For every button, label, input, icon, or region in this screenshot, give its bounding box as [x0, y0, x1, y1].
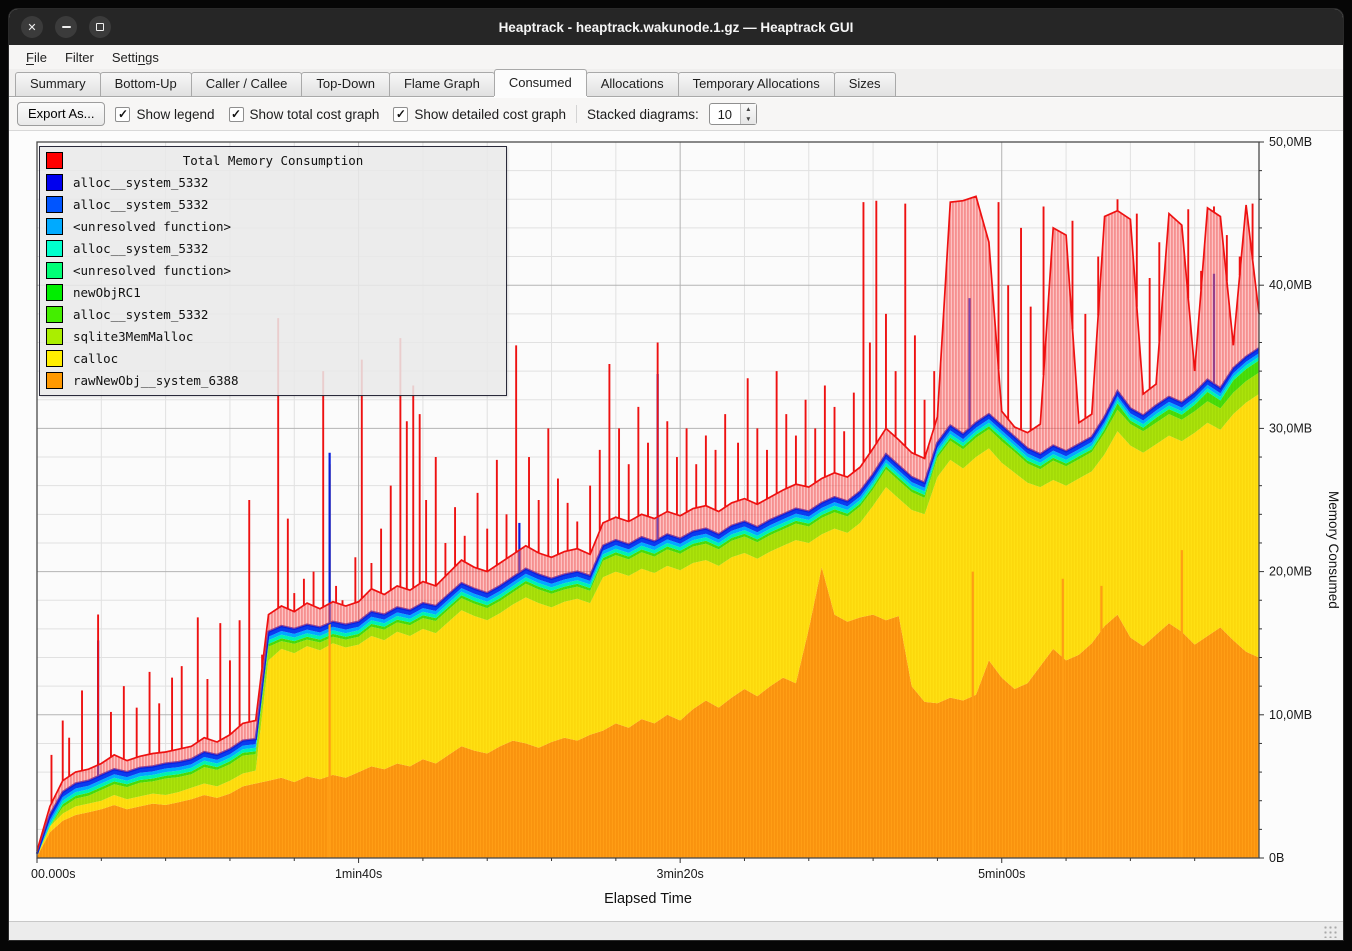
stacked-diagrams-value[interactable]: 10 — [710, 104, 740, 124]
stacked-diagrams-label: Stacked diagrams: — [587, 107, 699, 122]
checkbox-show-total-cost-graph[interactable]: ✓ Show total cost graph — [229, 107, 380, 122]
legend-swatch — [46, 174, 63, 191]
status-bar — [9, 921, 1343, 941]
title-bar: ✕ Heaptrack - heaptrack.wakunode.1.gz — … — [9, 9, 1343, 45]
checkbox-show-detailed-cost-graph[interactable]: ✓ Show detailed cost graph — [393, 107, 566, 122]
legend-swatch — [46, 372, 63, 389]
legend-swatch — [46, 196, 63, 213]
tab-flame-graph[interactable]: Flame Graph — [389, 72, 495, 96]
legend-item: sqlite3MemMalloc — [40, 325, 506, 347]
legend-label: alloc__system_5332 — [73, 175, 208, 190]
legend-swatch — [46, 306, 63, 323]
legend-label: alloc__system_5332 — [73, 197, 208, 212]
x-tick-label: 3min20s — [657, 867, 704, 881]
x-axis-title: Elapsed Time — [9, 891, 1287, 907]
menu-item-settings[interactable]: Settings — [103, 48, 168, 67]
legend-item: <unresolved function> — [40, 215, 506, 237]
x-tick-label: 1min40s — [335, 867, 382, 881]
legend-swatch — [46, 328, 63, 345]
menu-bar: FileFilterSettings — [9, 45, 1343, 69]
y-axis-title: Memory Consumed — [1326, 491, 1341, 609]
spinbox-arrows: ▲ ▼ — [740, 104, 756, 124]
checkbox-label: Show legend — [136, 107, 214, 122]
checkbox-label: Show total cost graph — [250, 107, 380, 122]
legend-item: alloc__system_5332 — [40, 237, 506, 259]
app-window: ✕ Heaptrack - heaptrack.wakunode.1.gz — … — [8, 8, 1344, 941]
legend-swatch — [46, 262, 63, 279]
tab-top-down[interactable]: Top-Down — [301, 72, 390, 96]
legend-swatch — [46, 240, 63, 257]
legend-label: alloc__system_5332 — [73, 241, 208, 256]
legend-item: alloc__system_5332 — [40, 193, 506, 215]
tab-consumed[interactable]: Consumed — [494, 69, 587, 96]
checkbox-box[interactable]: ✓ — [115, 107, 130, 122]
legend-title-row: Total Memory Consumption — [40, 149, 506, 171]
y-tick-label: 0B — [1269, 851, 1284, 865]
consumed-chart-panel: 00.000s 1min40s 3min20s 5min00s 0B 10,0MB 20,0… — [9, 131, 1344, 921]
toolbar-separator — [576, 105, 577, 123]
stacked-diagrams-spinbox[interactable]: 10 ▲ ▼ — [709, 103, 757, 125]
legend-label: calloc — [73, 351, 118, 366]
legend-label: <unresolved function> — [73, 263, 231, 278]
chart-legend[interactable]: Total Memory Consumption alloc__system_53… — [39, 146, 507, 396]
legend-label: sqlite3MemMalloc — [73, 329, 193, 344]
legend-swatch — [46, 218, 63, 235]
legend-swatch — [46, 284, 63, 301]
legend-item: newObjRC1 — [40, 281, 506, 303]
y-tick-label: 30,0MB — [1269, 421, 1312, 435]
tab-temporary-allocations[interactable]: Temporary Allocations — [678, 72, 835, 96]
y-tick-label: 50,0MB — [1269, 135, 1312, 149]
checkbox-show-legend[interactable]: ✓ Show legend — [115, 107, 214, 122]
legend-title: Total Memory Consumption — [63, 153, 483, 168]
menu-item-file[interactable]: File — [17, 48, 56, 67]
checkbox-box[interactable]: ✓ — [229, 107, 244, 122]
legend-item: calloc — [40, 347, 506, 369]
legend-swatch-total — [46, 152, 63, 169]
checkbox-label: Show detailed cost graph — [414, 107, 566, 122]
export-as-button[interactable]: Export As... — [17, 102, 105, 126]
tab-summary[interactable]: Summary — [15, 72, 101, 96]
tab-bar: SummaryBottom-UpCaller / CalleeTop-DownF… — [9, 69, 1343, 97]
tab-sizes[interactable]: Sizes — [834, 72, 896, 96]
y-tick-label: 10,0MB — [1269, 708, 1312, 722]
toolbar: Export As... ✓ Show legend ✓ Show total cos… — [9, 98, 1343, 131]
legend-label: rawNewObj__system_6388 — [73, 373, 239, 388]
legend-item: alloc__system_5332 — [40, 303, 506, 325]
window-title: Heaptrack - heaptrack.wakunode.1.gz — He… — [9, 20, 1343, 35]
x-tick-label: 5min00s — [978, 867, 1025, 881]
tab-allocations[interactable]: Allocations — [586, 72, 679, 96]
close-button[interactable]: ✕ — [21, 16, 43, 38]
minimize-icon — [62, 26, 71, 28]
legend-item: rawNewObj__system_6388 — [40, 369, 506, 391]
minimize-button[interactable] — [55, 16, 77, 38]
y-tick-label: 40,0MB — [1269, 278, 1312, 292]
spin-up-icon[interactable]: ▲ — [741, 104, 756, 114]
maximize-button[interactable] — [89, 16, 111, 38]
y-tick-label: 20,0MB — [1269, 565, 1312, 579]
menu-item-filter[interactable]: Filter — [56, 48, 103, 67]
legend-label: newObjRC1 — [73, 285, 141, 300]
checkbox-box[interactable]: ✓ — [393, 107, 408, 122]
legend-label: <unresolved function> — [73, 219, 231, 234]
tab-caller-callee[interactable]: Caller / Callee — [191, 72, 303, 96]
x-tick-label: 00.000s — [31, 867, 75, 881]
spin-down-icon[interactable]: ▼ — [741, 114, 756, 124]
legend-label: alloc__system_5332 — [73, 307, 208, 322]
legend-item: alloc__system_5332 — [40, 171, 506, 193]
legend-swatch — [46, 350, 63, 367]
tab-bottom-up[interactable]: Bottom-Up — [100, 72, 192, 96]
resize-grip[interactable] — [1323, 925, 1337, 938]
maximize-icon — [96, 23, 104, 31]
legend-item: <unresolved function> — [40, 259, 506, 281]
